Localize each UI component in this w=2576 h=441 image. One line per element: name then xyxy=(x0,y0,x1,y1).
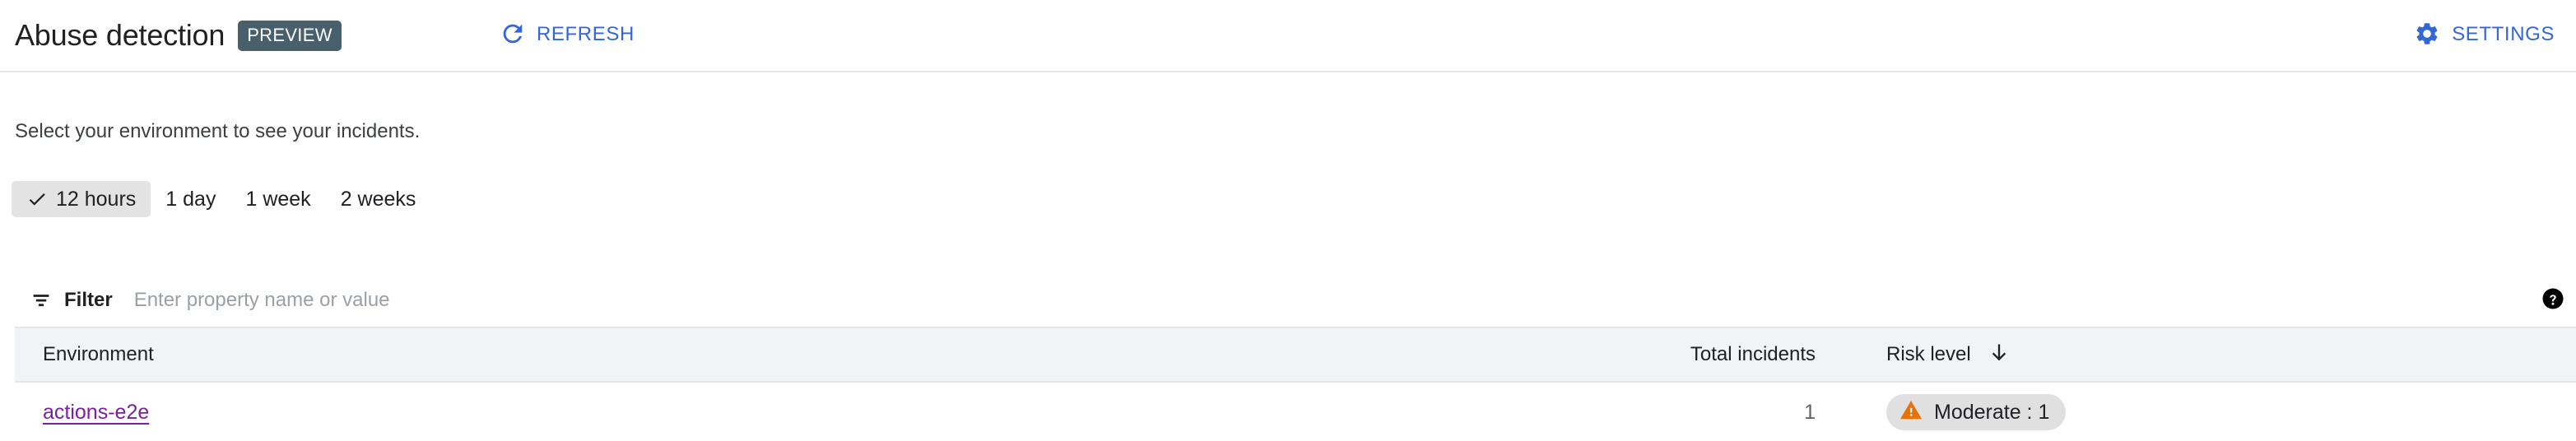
column-header-total-incidents[interactable]: Total incidents xyxy=(1684,343,1816,366)
refresh-button[interactable]: REFRESH xyxy=(486,12,648,58)
page-subtitle: Select your environment to see your inci… xyxy=(15,120,421,142)
time-range-label: 1 day xyxy=(165,188,216,211)
gear-icon xyxy=(2414,21,2440,49)
filter-bar: Filter xyxy=(15,273,2576,328)
cell-environment: actions-e2e xyxy=(15,400,1684,425)
filter-label: Filter xyxy=(64,288,113,311)
header-title-group: Abuse detection PREVIEW xyxy=(15,0,342,71)
column-header-label: Risk level xyxy=(1886,343,1971,365)
check-icon xyxy=(26,188,48,210)
settings-button[interactable]: SETTINGS xyxy=(2406,12,2560,58)
risk-level-label: Moderate : 1 xyxy=(1934,400,2050,424)
page-header: Abuse detection PREVIEW REFRESH SETTINGS xyxy=(0,0,2576,72)
refresh-icon xyxy=(499,20,527,50)
time-range-1-week[interactable]: 1 week xyxy=(230,181,325,217)
time-range-1-day[interactable]: 1 day xyxy=(151,181,230,217)
environment-link[interactable]: actions-e2e xyxy=(43,401,149,424)
time-range-label: 2 weeks xyxy=(340,188,416,211)
risk-level-badge: Moderate : 1 xyxy=(1886,393,2067,430)
total-incidents-value: 1 xyxy=(1804,400,1816,424)
column-header-label: Total incidents xyxy=(1690,343,1816,365)
time-range-2-weeks[interactable]: 2 weeks xyxy=(326,181,431,217)
time-range-label: 12 hours xyxy=(56,188,137,211)
table-row[interactable]: actions-e2e 1 Moderate : 1 xyxy=(15,383,2576,441)
abuse-detection-page: Abuse detection PREVIEW REFRESH SETTINGS… xyxy=(0,0,2576,441)
help-button[interactable] xyxy=(2535,282,2571,318)
filter-input[interactable] xyxy=(133,283,2535,317)
column-header-environment[interactable]: Environment xyxy=(15,343,1684,366)
table-header-row: Environment Total incidents Risk level xyxy=(15,328,2576,383)
column-header-risk-level[interactable]: Risk level xyxy=(1816,341,2576,369)
help-circle-icon xyxy=(2541,286,2565,313)
time-range-label: 1 week xyxy=(245,188,311,211)
incidents-table: Environment Total incidents Risk level a… xyxy=(15,328,2576,441)
warning-triangle-icon xyxy=(1899,397,1923,426)
cell-total-incidents: 1 xyxy=(1684,400,1816,425)
cell-risk-level: Moderate : 1 xyxy=(1816,393,2576,430)
time-range-12-hours[interactable]: 12 hours xyxy=(12,181,151,217)
refresh-button-label: REFRESH xyxy=(537,23,635,45)
page-title: Abuse detection xyxy=(15,18,226,52)
preview-badge: PREVIEW xyxy=(238,20,342,51)
filter-list-icon[interactable] xyxy=(28,287,54,313)
sort-descending-arrow-icon xyxy=(1988,341,2011,369)
time-range-selector: 12 hours 1 day 1 week 2 weeks xyxy=(12,181,430,217)
settings-button-label: SETTINGS xyxy=(2452,23,2555,45)
column-header-label: Environment xyxy=(43,343,154,365)
